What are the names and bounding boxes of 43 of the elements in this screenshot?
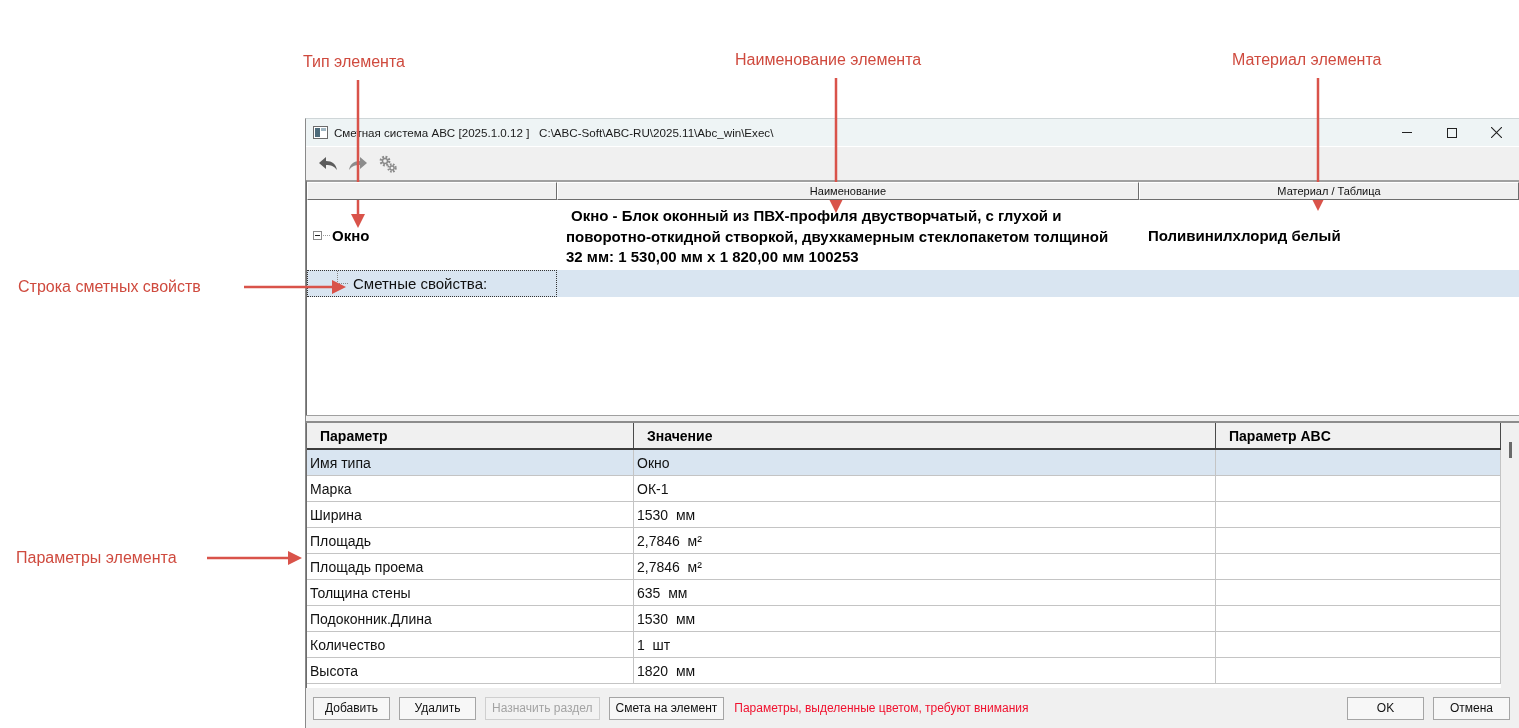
- maximize-icon: [1446, 127, 1457, 138]
- table-row[interactable]: Ширина 1530 мм: [307, 502, 1501, 528]
- collapse-icon[interactable]: [313, 230, 331, 240]
- window-icon: [313, 126, 328, 139]
- tree-row[interactable]: Сметные свойства:: [307, 270, 1519, 297]
- table-row[interactable]: Высота 1820 мм: [307, 658, 1501, 684]
- element-material: Поливинилхлорид белый: [1147, 226, 1342, 244]
- table-row[interactable]: Марка ОК-1: [307, 476, 1501, 502]
- annotation-label: Наименование элемента: [735, 50, 922, 69]
- action-button[interactable]: Добавить: [313, 696, 390, 720]
- table-row[interactable]: Количество 1 шт: [307, 632, 1501, 658]
- row-label: Сметные свойства:: [353, 275, 488, 292]
- dialog-button[interactable]: OK: [1347, 696, 1424, 720]
- action-button[interactable]: Удалить: [399, 696, 476, 720]
- annotation-label: Материал элемента: [1232, 50, 1382, 69]
- undo-icon: [319, 156, 337, 171]
- column-header[interactable]: [307, 182, 557, 200]
- table-row[interactable]: Площадь 2,7846 м²: [307, 528, 1501, 554]
- table-row[interactable]: Толщина стены 635 мм: [307, 580, 1501, 606]
- redo-icon: [349, 156, 367, 171]
- close-icon: [1491, 127, 1502, 138]
- table-row[interactable]: Подоконник.Длина 1530 мм: [307, 606, 1501, 632]
- element-name: Окно - Блок оконный из ПВХ-профиля двустворчатый, с глухой и поворотно-откидной створкой, двухкамерным стеклопакетом толщиной 32 мм: 1 530,00 мм x 1 820,00 мм 100253: [565, 206, 1110, 267]
- tree-line: [337, 271, 348, 284]
- annotation-label: Строка сметных свойств: [18, 277, 201, 296]
- element-type[interactable]: Окно: [332, 226, 370, 244]
- column-header[interactable]: Наименование: [557, 182, 1139, 200]
- table-row[interactable]: Имя типа Окно: [307, 450, 1501, 476]
- annotation-label: Параметры элемента: [16, 548, 177, 567]
- annotation-label: Тип элемента: [303, 52, 405, 71]
- tree-cell[interactable]: Сметные свойства:: [307, 270, 557, 297]
- scrollbar[interactable]: [1501, 423, 1519, 688]
- column-header[interactable]: Материал / Таблица: [1139, 182, 1519, 200]
- table-cell: 1820 мм: [634, 658, 1216, 684]
- gears-icon: [378, 153, 398, 174]
- table-cell: Высота: [307, 658, 634, 684]
- minimize-icon: [1401, 132, 1412, 133]
- table-row[interactable]: Площадь проема 2,7846 м²: [307, 554, 1501, 580]
- dialog-button[interactable]: Отмена: [1433, 696, 1510, 720]
- action-button[interactable]: Смета на элемент: [608, 696, 725, 720]
- scrollbar-thumb[interactable]: [1508, 442, 1512, 458]
- notice-text: Параметры, выделенные цветом, требуют внимания: [734, 701, 1030, 715]
- splitter[interactable]: [306, 415, 1519, 423]
